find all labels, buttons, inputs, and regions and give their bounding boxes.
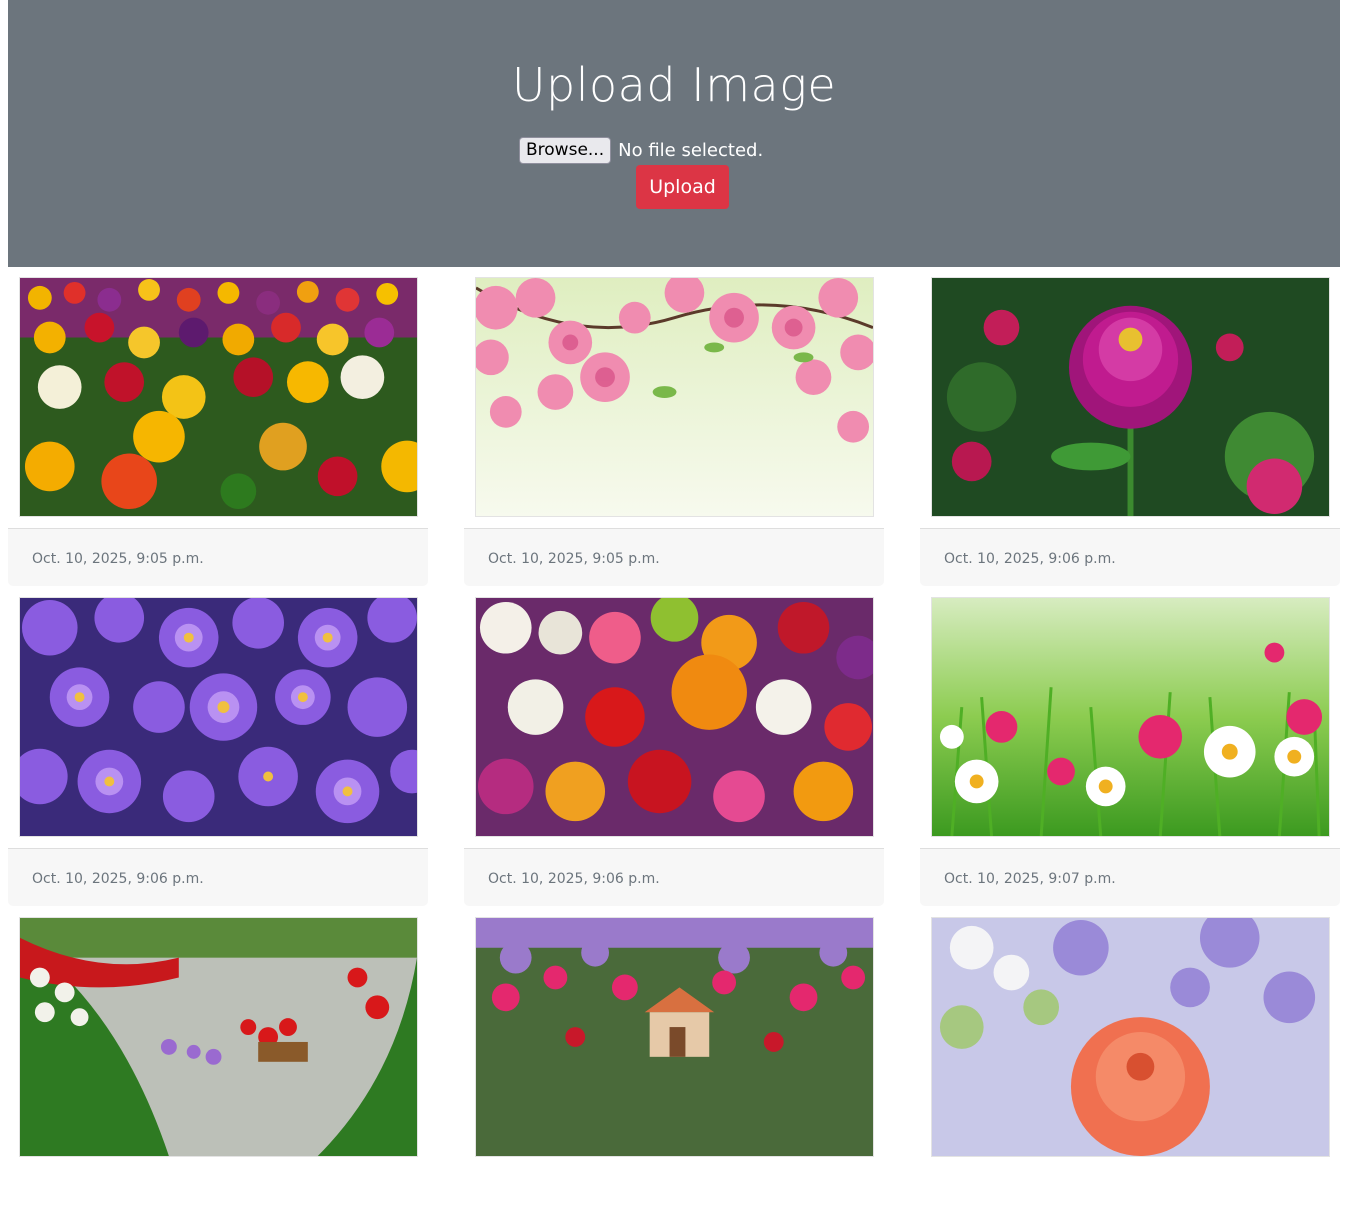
gallery-card: Oct. 10, 2025, 9:05 p.m. <box>464 267 884 586</box>
upload-button[interactable]: Upload <box>636 165 729 209</box>
upload-timestamp: Oct. 10, 2025, 9:07 p.m. <box>944 871 1116 887</box>
card-footer: Oct. 10, 2025, 9:07 p.m. <box>920 848 1340 906</box>
gallery-card: Oct. 10, 2025, 9:06 p.m. <box>8 587 428 906</box>
file-status-text: No file selected. <box>618 139 764 161</box>
gallery-image-tulips[interactable] <box>19 277 418 517</box>
gallery-card: Oct. 10, 2025, 9:07 p.m. <box>920 587 1340 906</box>
upload-header: Upload Image Browse... No file selected.… <box>8 0 1340 267</box>
gallery-image-zinnia[interactable] <box>931 277 1330 517</box>
card-footer: Oct. 10, 2025, 9:06 p.m. <box>464 848 884 906</box>
card-footer: Oct. 10, 2025, 9:05 p.m. <box>464 528 884 586</box>
browse-button[interactable]: Browse... <box>519 136 612 164</box>
upload-timestamp: Oct. 10, 2025, 9:06 p.m. <box>488 871 660 887</box>
page-title: Upload Image <box>511 58 837 112</box>
gallery-card: Oct. 10, 2025, 9:05 p.m. <box>8 267 428 586</box>
upload-timestamp: Oct. 10, 2025, 9:05 p.m. <box>488 551 660 567</box>
file-input[interactable]: Browse... No file selected. <box>519 136 763 164</box>
gallery-image-gerbera[interactable] <box>931 917 1330 1157</box>
gallery-image-asters[interactable] <box>19 597 418 837</box>
gallery-card <box>8 907 428 1217</box>
gallery-image-meadow[interactable] <box>931 597 1330 837</box>
gallery-image-blossoms[interactable] <box>475 277 874 517</box>
gallery-image-cottage[interactable] <box>475 917 874 1157</box>
card-footer: Oct. 10, 2025, 9:05 p.m. <box>8 528 428 586</box>
gallery-card: Oct. 10, 2025, 9:06 p.m. <box>920 267 1340 586</box>
upload-timestamp: Oct. 10, 2025, 9:06 p.m. <box>944 551 1116 567</box>
card-footer: Oct. 10, 2025, 9:06 p.m. <box>8 848 428 906</box>
card-footer: Oct. 10, 2025, 9:06 p.m. <box>920 528 1340 586</box>
gallery-image-garden-path[interactable] <box>19 917 418 1157</box>
upload-timestamp: Oct. 10, 2025, 9:05 p.m. <box>32 551 204 567</box>
gallery-card <box>464 907 884 1217</box>
gallery-card <box>920 907 1340 1217</box>
gallery-image-bouquet[interactable] <box>475 597 874 837</box>
gallery-card: Oct. 10, 2025, 9:06 p.m. <box>464 587 884 906</box>
upload-timestamp: Oct. 10, 2025, 9:06 p.m. <box>32 871 204 887</box>
